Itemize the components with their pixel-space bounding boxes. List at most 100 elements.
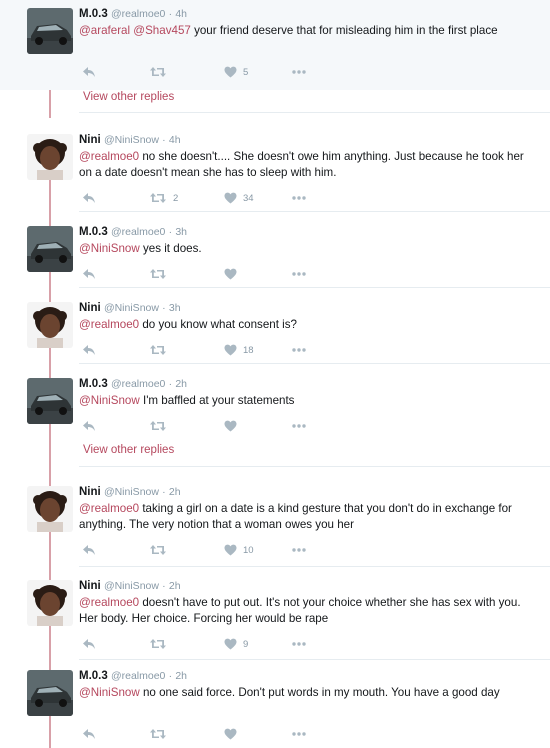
retweet-button[interactable] bbox=[149, 418, 173, 434]
retweet-icon bbox=[149, 192, 167, 204]
more-button[interactable] bbox=[291, 64, 307, 80]
divider bbox=[79, 287, 550, 288]
reply-icon bbox=[82, 268, 96, 280]
retweet-button[interactable] bbox=[149, 542, 173, 558]
more-button[interactable] bbox=[291, 342, 307, 358]
mention-link[interactable]: @realmoe0 bbox=[79, 596, 139, 609]
tweet-text: @NiniSnow I'm baffled at your statements bbox=[79, 393, 534, 409]
mention-link[interactable]: @NiniSnow bbox=[79, 686, 140, 699]
retweet-icon bbox=[149, 66, 167, 78]
reply-icon bbox=[82, 638, 96, 650]
tweet[interactable]: M.0.3 @realmoe0 · 4h @araferal @Shav457 … bbox=[0, 0, 550, 90]
more-button[interactable] bbox=[291, 418, 307, 434]
tweet[interactable]: M.0.3 @realmoe0 · 3h @NiniSnow yes it do… bbox=[0, 218, 550, 288]
reply-button[interactable] bbox=[82, 266, 96, 282]
author-handle[interactable]: @realmoe0 bbox=[111, 378, 165, 390]
tweet-actions bbox=[79, 418, 329, 434]
avatar-car[interactable] bbox=[27, 670, 73, 716]
more-icon bbox=[291, 69, 307, 75]
mention-link[interactable]: @realmoe0 bbox=[79, 150, 139, 163]
tweet[interactable]: M.0.3 @realmoe0 · 2h @NiniSnow no one sa… bbox=[0, 664, 550, 748]
author-name[interactable]: M.0.3 bbox=[79, 226, 108, 238]
reply-button[interactable] bbox=[82, 64, 96, 80]
retweet-button[interactable] bbox=[149, 342, 173, 358]
avatar-nini[interactable] bbox=[27, 580, 73, 626]
timestamp[interactable]: 4h bbox=[169, 134, 181, 146]
retweet-icon bbox=[149, 638, 167, 650]
tweet[interactable]: Nini @NiniSnow · 2h @realmoe0 taking a g… bbox=[0, 478, 550, 566]
timestamp[interactable]: 3h bbox=[175, 226, 187, 238]
like-button[interactable]: 9 bbox=[224, 636, 248, 652]
timestamp[interactable]: 3h bbox=[169, 302, 181, 314]
avatar-car[interactable] bbox=[27, 8, 73, 54]
timestamp[interactable]: 2h bbox=[169, 580, 181, 592]
retweet-button[interactable] bbox=[149, 636, 173, 652]
timestamp[interactable]: 2h bbox=[175, 378, 187, 390]
mention-link[interactable]: @realmoe0 bbox=[79, 318, 139, 331]
author-name[interactable]: M.0.3 bbox=[79, 8, 108, 20]
author-handle[interactable]: @realmoe0 bbox=[111, 8, 165, 20]
author-name[interactable]: Nini bbox=[79, 486, 101, 498]
retweet-button[interactable]: 2 bbox=[149, 190, 178, 206]
retweet-button[interactable] bbox=[149, 266, 173, 282]
like-button[interactable]: 10 bbox=[224, 542, 254, 558]
reply-button[interactable] bbox=[82, 342, 96, 358]
avatar-nini[interactable] bbox=[27, 486, 73, 532]
tweet[interactable]: Nini @NiniSnow · 4h @realmoe0 no she doe… bbox=[0, 126, 550, 210]
tweet[interactable]: Nini @NiniSnow · 3h @realmoe0 do you kno… bbox=[0, 294, 550, 364]
like-button[interactable]: 18 bbox=[224, 342, 254, 358]
reply-icon bbox=[82, 420, 96, 432]
more-button[interactable] bbox=[291, 190, 307, 206]
author-handle[interactable]: @NiniSnow bbox=[104, 134, 159, 146]
divider bbox=[79, 466, 550, 467]
like-button[interactable] bbox=[224, 726, 243, 742]
timestamp[interactable]: 2h bbox=[169, 486, 181, 498]
reply-button[interactable] bbox=[82, 636, 96, 652]
reply-button[interactable] bbox=[82, 190, 96, 206]
reply-button[interactable] bbox=[82, 726, 96, 742]
like-count: 5 bbox=[243, 66, 249, 78]
author-name[interactable]: Nini bbox=[79, 302, 101, 314]
more-button[interactable] bbox=[291, 542, 307, 558]
like-button[interactable]: 34 bbox=[224, 190, 254, 206]
author-name[interactable]: Nini bbox=[79, 134, 101, 146]
author-handle[interactable]: @NiniSnow bbox=[104, 580, 159, 592]
timestamp[interactable]: 2h bbox=[175, 670, 187, 682]
avatar-nini[interactable] bbox=[27, 302, 73, 348]
like-button[interactable] bbox=[224, 266, 243, 282]
more-button[interactable] bbox=[291, 266, 307, 282]
author-handle[interactable]: @realmoe0 bbox=[111, 226, 165, 238]
like-button[interactable]: 5 bbox=[224, 64, 248, 80]
separator-dot: · bbox=[168, 378, 173, 390]
mention-link[interactable]: @realmoe0 bbox=[79, 502, 139, 515]
view-other-replies-link[interactable]: View other replies bbox=[83, 444, 174, 456]
more-button[interactable] bbox=[291, 726, 307, 742]
author-name[interactable]: Nini bbox=[79, 580, 101, 592]
author-handle[interactable]: @realmoe0 bbox=[111, 670, 165, 682]
mention-link[interactable]: @NiniSnow bbox=[79, 242, 140, 255]
tweet-body: no one said force. Don't put words in my… bbox=[139, 686, 500, 699]
more-button[interactable] bbox=[291, 636, 307, 652]
author-handle[interactable]: @NiniSnow bbox=[104, 302, 159, 314]
author-handle[interactable]: @NiniSnow bbox=[104, 486, 159, 498]
retweet-button[interactable] bbox=[149, 726, 173, 742]
retweet-button[interactable] bbox=[149, 64, 173, 80]
tweet[interactable]: M.0.3 @realmoe0 · 2h @NiniSnow I'm baffl… bbox=[0, 370, 550, 440]
reply-icon bbox=[82, 544, 96, 556]
separator-dot: · bbox=[162, 302, 166, 314]
timestamp[interactable]: 4h bbox=[175, 8, 187, 20]
avatar-car[interactable] bbox=[27, 378, 73, 424]
mention-link[interactable]: @NiniSnow bbox=[79, 394, 140, 407]
like-button[interactable] bbox=[224, 418, 243, 434]
avatar-nini[interactable] bbox=[27, 134, 73, 180]
reply-button[interactable] bbox=[82, 542, 96, 558]
author-name[interactable]: M.0.3 bbox=[79, 378, 108, 390]
view-other-replies-link[interactable]: View other replies bbox=[83, 91, 174, 103]
mention-link[interactable]: @araferal @Shav457 bbox=[79, 24, 191, 37]
tweet-text: @realmoe0 doesn't have to put out. It's … bbox=[79, 595, 534, 627]
tweet[interactable]: Nini @NiniSnow · 2h @realmoe0 doesn't ha… bbox=[0, 572, 550, 660]
retweet-icon bbox=[149, 544, 167, 556]
reply-button[interactable] bbox=[82, 418, 96, 434]
author-name[interactable]: M.0.3 bbox=[79, 670, 108, 682]
avatar-car[interactable] bbox=[27, 226, 73, 272]
